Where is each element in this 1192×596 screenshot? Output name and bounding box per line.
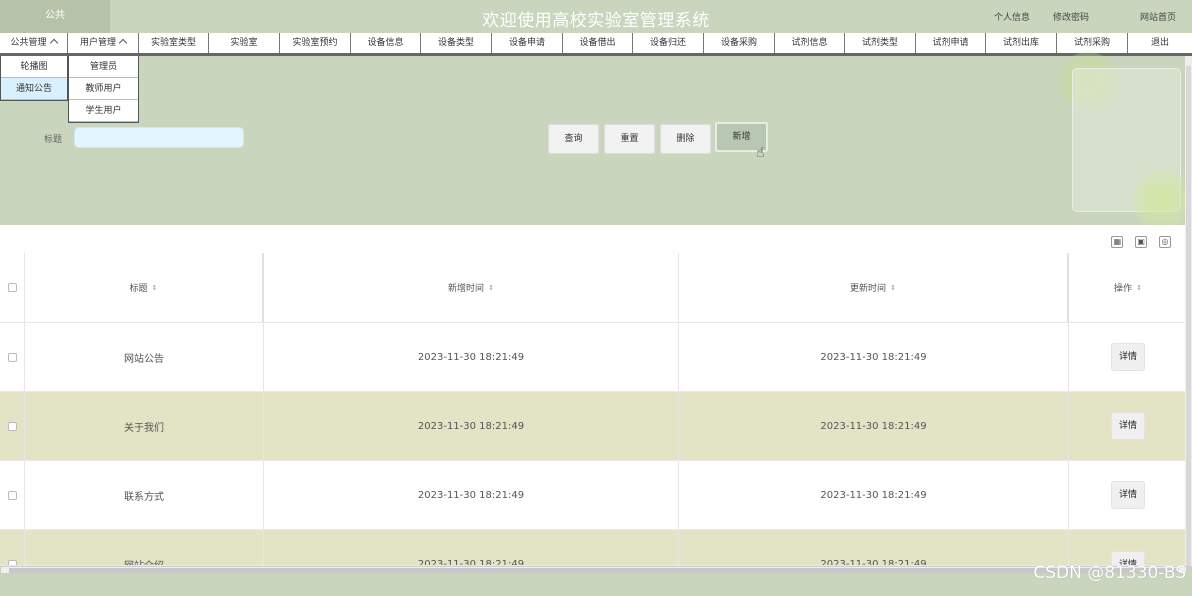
dropdown-item-carousel[interactable]: 轮播图 [1,56,67,78]
row-checkbox[interactable] [7,490,17,500]
select-all-checkbox[interactable] [7,283,17,292]
reset-button[interactable]: 重置 [604,124,655,154]
nav-reagent-request[interactable]: 试剂申请 [916,33,986,53]
row-updated-time: 2023-11-30 18:21:49 [679,323,1069,391]
horizontal-scrollbar[interactable] [0,566,1187,574]
detail-button[interactable]: 详情 [1111,412,1145,440]
nav-public-management[interactable]: 公共管理 [0,33,68,53]
column-header-actions[interactable]: 操作 ⇕ [1069,253,1187,322]
table-header: 标题 ⇕ 新增时间 ⇕ 更新时间 ⇕ 操作 ⇕ [0,253,1187,323]
row-updated-time: 2023-11-30 18:21:49 [679,461,1069,529]
row-updated-time: 2023-11-30 18:21:49 [679,530,1069,565]
row-checkbox[interactable] [7,352,17,362]
column-label: 更新时间 [850,284,887,294]
change-password-link[interactable]: 修改密码 [1053,10,1089,23]
sort-icon[interactable]: ⇕ [488,284,494,292]
delete-button[interactable]: 删除 [660,124,711,154]
query-button[interactable]: 查询 [548,124,599,154]
table-row: 网站公告 2023-11-30 18:21:49 2023-11-30 18:2… [0,323,1187,392]
user-management-dropdown: 管理员 教师用户 学生用户 [68,56,139,123]
decorative-blob [1132,170,1192,230]
nav-label: 公共管理 [10,38,47,48]
sort-icon[interactable]: ⇕ [890,284,896,292]
public-management-dropdown: 轮播图 通知公告 [0,56,68,101]
detail-button[interactable]: 详情 [1111,343,1145,371]
row-checkbox[interactable] [7,421,17,431]
print-icon[interactable]: ▣ [1135,236,1148,248]
hand-cursor-icon: ☝ [756,145,765,161]
detail-button[interactable]: 详情 [1111,481,1145,509]
column-label: 操作 [1114,284,1133,294]
dropdown-item-student[interactable]: 学生用户 [69,100,138,122]
top-header: 公共 欢迎使用高校实验室管理系统 个人信息 修改密码 网站首页 [0,0,1192,33]
scrollbar-thumb[interactable] [9,568,1179,573]
table-row: 网站介绍 2023-11-30 18:21:49 2023-11-30 18:2… [0,530,1187,566]
nav-label: 用户管理 [79,38,116,48]
sort-icon[interactable]: ⇕ [152,284,158,292]
columns-icon[interactable]: ▦ [1111,236,1124,248]
title-search-label: 标题 [44,135,63,145]
vertical-scrollbar[interactable] [1185,56,1192,566]
column-header-created[interactable]: 新增时间 ⇕ [264,253,679,322]
nav-user-management[interactable]: 用户管理 [68,33,139,53]
row-created-time: 2023-11-30 18:21:49 [264,323,679,391]
chevron-up-icon [118,38,128,48]
watermark: CSDN @81330-BS [1033,563,1186,583]
main-nav: 公共管理 用户管理 实验室类型 实验室 实验室预约 设备信息 设备类型 设备申请… [0,33,1192,56]
profile-link[interactable]: 个人信息 [994,10,1030,23]
export-icon[interactable]: ◎ [1159,236,1171,248]
sort-icon[interactable]: ⇕ [1136,284,1142,292]
table-row: 联系方式 2023-11-30 18:21:49 2023-11-30 18:2… [0,461,1187,530]
row-title: 关于我们 [25,392,264,460]
dropdown-item-admin[interactable]: 管理员 [69,56,138,78]
column-header-updated[interactable]: 更新时间 ⇕ [679,253,1069,322]
nav-logout[interactable]: 退出 [1128,33,1192,53]
nav-reagent-purchase[interactable]: 试剂采购 [1057,33,1128,53]
nav-equipment-request[interactable]: 设备申请 [492,33,563,53]
nav-lab-reservation[interactable]: 实验室预约 [280,33,351,53]
nav-reagent-type[interactable]: 试剂类型 [845,33,916,53]
row-title: 联系方式 [25,461,264,529]
nav-reagent-outbound[interactable]: 试剂出库 [986,33,1057,53]
nav-lab-type[interactable]: 实验室类型 [139,33,209,53]
row-title: 网站公告 [25,323,264,391]
chevron-up-icon [49,38,58,48]
title-search-input[interactable] [74,127,244,148]
table-toolbar: ▦ ▣ ◎ [1103,233,1171,248]
dropdown-item-teacher[interactable]: 教师用户 [69,78,138,100]
row-title: 网站介绍 [25,530,264,565]
column-label: 新增时间 [448,284,485,294]
nav-equipment-lend[interactable]: 设备借出 [563,33,633,53]
scrollbar-thumb[interactable] [1186,66,1191,566]
nav-reagent-info[interactable]: 试剂信息 [775,33,845,53]
column-header-title[interactable]: 标题 ⇕ [25,253,264,322]
nav-equipment-info[interactable]: 设备信息 [351,33,421,53]
nav-equipment-purchase[interactable]: 设备采购 [704,33,775,53]
row-created-time: 2023-11-30 18:21:49 [264,530,679,565]
table-row: 关于我们 2023-11-30 18:21:49 2023-11-30 18:2… [0,392,1187,461]
nav-lab[interactable]: 实验室 [209,33,280,53]
row-updated-time: 2023-11-30 18:21:49 [679,392,1069,460]
dropdown-item-notice[interactable]: 通知公告 [1,78,67,100]
select-all-cell [0,253,25,322]
row-created-time: 2023-11-30 18:21:49 [264,461,679,529]
nav-equipment-type[interactable]: 设备类型 [421,33,492,53]
row-created-time: 2023-11-30 18:21:49 [264,392,679,460]
column-label: 标题 [129,284,148,294]
site-home-link[interactable]: 网站首页 [1140,10,1176,23]
notice-table: ▦ ▣ ◎ 标题 ⇕ 新增时间 ⇕ 更新时间 ⇕ 操作 ⇕ 网站公告 2023-11-3… [0,225,1187,566]
nav-equipment-return[interactable]: 设备归还 [633,33,704,53]
